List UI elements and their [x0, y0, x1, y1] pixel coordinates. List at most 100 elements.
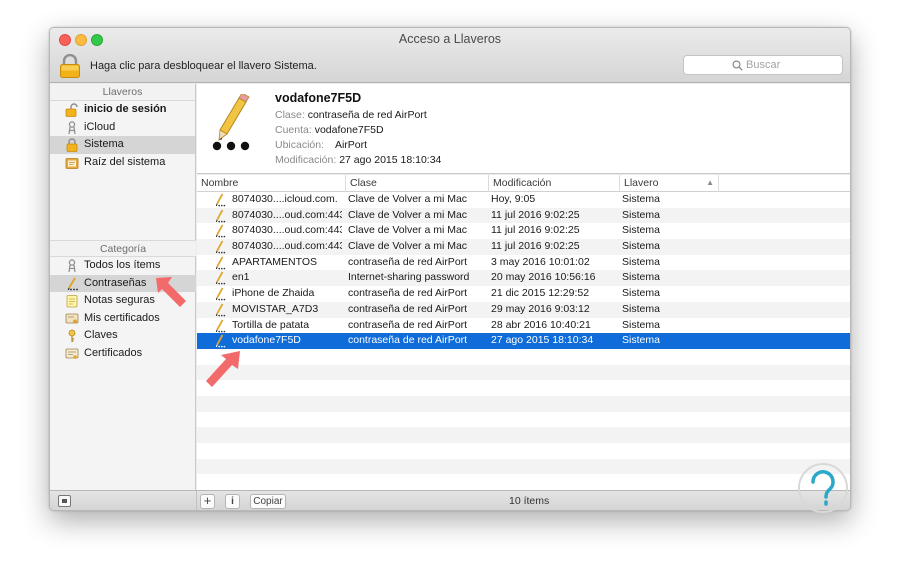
- lock-icon[interactable]: [59, 53, 81, 78]
- password-pencil-icon: [215, 319, 226, 332]
- column-header-name[interactable]: Nombre: [197, 175, 346, 192]
- cell-name: 8074030....oud.com:443: [232, 224, 342, 237]
- cell-modified: 28 abr 2016 10:40:21: [491, 318, 591, 331]
- cell-keychain: Sistema: [622, 287, 660, 300]
- password-pencil-icon: [215, 193, 226, 207]
- detail-class-label: Clase:: [275, 109, 305, 121]
- cell-kind: contraseña de red AirPort: [348, 255, 468, 268]
- title-toolbar: Acceso a Llaveros Haga clic para desbloq…: [50, 28, 850, 83]
- table-header: Nombre Clase Modificación Llavero ▲: [197, 175, 850, 192]
- items-table: Nombre Clase Modificación Llavero ▲ 8074…: [197, 175, 850, 490]
- cell-keychain: Sistema: [622, 255, 660, 268]
- column-header-kind[interactable]: Clase: [346, 175, 489, 192]
- table-row[interactable]: vodafone7F5D contraseña de red AirPort 27 …: [197, 333, 850, 349]
- cell-name: APARTAMENTOS: [232, 255, 317, 268]
- sidebar-item-label: Notas seguras: [84, 294, 155, 306]
- unlocked-padlock-icon: [65, 103, 78, 117]
- cell-modified: Hoy, 9:05: [491, 193, 536, 205]
- password-pencil-icon: [212, 94, 250, 151]
- keychains-header: Llaveros: [50, 84, 195, 101]
- sidebar-item-label: Raíz del sistema: [84, 155, 166, 168]
- item-detail-pane: vodafone7F5D Clase: contraseña de red Ai…: [197, 84, 850, 174]
- password-pencil-icon: [215, 209, 226, 223]
- cell-kind: contraseña de red AirPort: [348, 318, 468, 331]
- sidebar-item-keys[interactable]: Claves: [50, 327, 196, 345]
- detail-account-label: Cuenta:: [275, 124, 312, 136]
- cell-keychain: Sistema: [622, 318, 660, 331]
- cell-modified: 11 jul 2016 9:02:25: [491, 224, 580, 237]
- cell-keychain: Sistema: [622, 302, 660, 315]
- table-row[interactable]: MOVISTAR_A7D3 contraseña de red AirPort 29…: [197, 301, 850, 318]
- cell-keychain: Sistema: [622, 224, 660, 237]
- cell-keychain: Sistema: [622, 334, 660, 347]
- empty-row: [197, 458, 850, 475]
- item-count: 10 ítems: [509, 495, 550, 507]
- sidebar-item-my-certificates[interactable]: Mis certificados: [50, 310, 196, 328]
- sidebar-item-label: Todos los ítems: [84, 259, 161, 271]
- padlock-icon: [66, 138, 78, 152]
- table-body: 8074030....icloud.com. Clave de Volver a …: [197, 192, 850, 490]
- column-header-modified[interactable]: Modificación: [489, 175, 620, 192]
- table-row[interactable]: APARTAMENTOS contraseña de red AirPort 3 m…: [197, 255, 850, 271]
- detail-modified-row: Modificación: 27 ago 2015 18:10:34: [275, 154, 441, 166]
- table-row[interactable]: 8074030....oud.com:443 Clave de Volver a …: [197, 207, 850, 224]
- sidebar-item-label: Claves: [84, 329, 118, 341]
- sidebar-item-certificates[interactable]: Certificados: [50, 345, 196, 363]
- empty-row: [197, 427, 850, 443]
- sidebar-item-icloud[interactable]: iCloud: [50, 119, 195, 137]
- search-placeholder: Buscar: [746, 59, 781, 71]
- table-row[interactable]: 8074030....oud.com:443 Clave de Volver a …: [197, 239, 850, 255]
- cell-modified: 20 may 2016 10:56:16: [491, 271, 596, 284]
- empty-row: [197, 380, 850, 396]
- bottom-bar: + i Copiar 10 ítems: [50, 490, 850, 510]
- info-button[interactable]: i: [225, 494, 240, 509]
- detail-location-row: Ubicación: AirPort: [275, 139, 367, 151]
- cell-kind: contraseña de red AirPort: [348, 302, 468, 315]
- detail-location-label: Ubicación:: [275, 139, 325, 151]
- empty-row: [197, 474, 850, 490]
- cell-modified: 11 jul 2016 9:02:25: [491, 240, 580, 253]
- sidebar-item-label: Mis certificados: [84, 311, 160, 324]
- sidebar-item-label: Certificados: [84, 346, 143, 359]
- sidebar-item-system-roots[interactable]: Raíz del sistema: [50, 154, 195, 172]
- empty-row: [197, 395, 850, 412]
- detail-account-row: Cuenta: vodafone7F5D: [275, 124, 384, 136]
- copy-button[interactable]: Copiar: [250, 494, 286, 509]
- password-pencil-icon: [215, 303, 226, 317]
- bottom-divider: [196, 491, 197, 510]
- keychain-access-window: Acceso a Llaveros Haga clic para desbloq…: [49, 27, 851, 511]
- search-input[interactable]: Buscar: [683, 55, 843, 75]
- sidebar-item-login[interactable]: inicio de sesión: [50, 101, 195, 119]
- cell-kind: Internet-sharing password: [348, 271, 470, 284]
- password-pencil-icon: [215, 287, 226, 301]
- category-header: Categoría: [50, 240, 196, 257]
- keys-icon: [68, 259, 76, 273]
- cell-keychain: Sistema: [622, 193, 660, 205]
- sidebar-item-system[interactable]: Sistema: [50, 136, 195, 154]
- unlock-instruction[interactable]: Haga clic para desbloquear el llavero Si…: [90, 60, 317, 72]
- column-header-keychain[interactable]: Llavero ▲: [620, 175, 719, 192]
- detail-location-value: AirPort: [334, 139, 368, 151]
- table-row[interactable]: iPhone de Zhaida contraseña de red AirPor…: [197, 286, 850, 302]
- cell-name: iPhone de Zhaida: [232, 287, 315, 300]
- empty-row: [197, 364, 850, 381]
- cell-modified: 3 may 2016 10:01:02: [491, 255, 590, 268]
- detail-modified-label: Modificación:: [275, 154, 337, 166]
- table-row[interactable]: 8074030....oud.com:443 Clave de Volver a …: [197, 223, 850, 239]
- cell-kind: Clave de Volver a mi Mac: [348, 224, 468, 237]
- empty-row: [197, 412, 850, 428]
- cell-name: Tortilla de patata: [232, 318, 310, 331]
- sidebar-item-label: Sistema: [84, 138, 124, 150]
- add-item-button[interactable]: +: [200, 494, 215, 509]
- cell-keychain: Sistema: [622, 208, 660, 221]
- cell-kind: contraseña de red AirPort: [348, 334, 468, 347]
- table-row[interactable]: 8074030....icloud.com. Clave de Volver a …: [197, 192, 850, 208]
- table-row[interactable]: Tortilla de patata contraseña de red AirP…: [197, 318, 850, 334]
- table-row[interactable]: en1 Internet-sharing password 20 may 2016 …: [197, 270, 850, 287]
- toggle-sidebar-icon[interactable]: [58, 495, 71, 507]
- key-icon: [68, 329, 76, 342]
- detail-modified-value: 27 ago 2015 18:10:34: [339, 154, 442, 166]
- password-pencil-icon: [215, 256, 226, 270]
- column-header-label: Llavero: [624, 177, 659, 189]
- password-pencil-icon: [215, 240, 226, 254]
